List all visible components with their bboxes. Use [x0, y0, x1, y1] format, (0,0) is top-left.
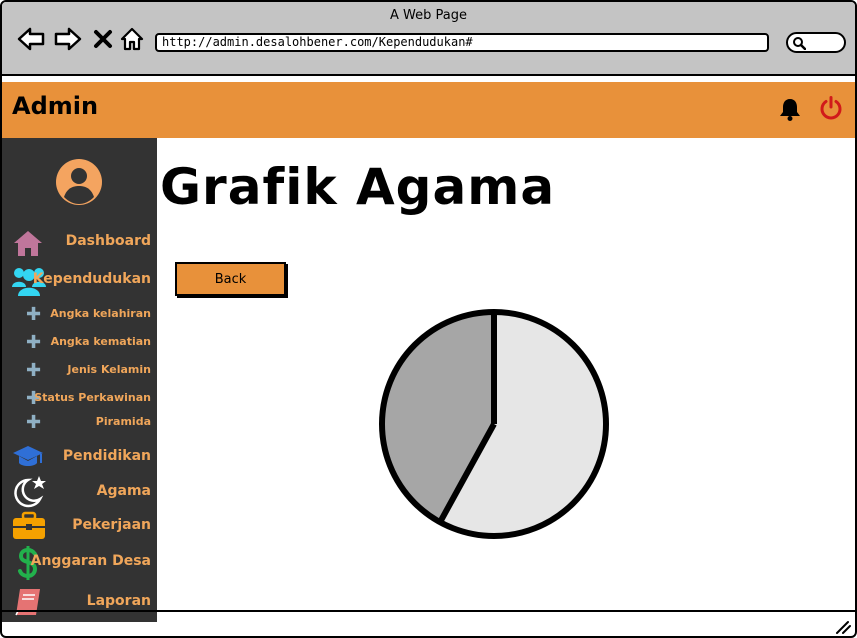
briefcase-icon — [12, 511, 46, 545]
url-input[interactable]: http://admin.desalohbener.com/Kependuduk… — [155, 33, 769, 52]
sidebar-item-kependudukan[interactable]: Kependudukan — [2, 265, 157, 296]
browser-window: A Web Page http://admin.desalohbener.com… — [0, 0, 857, 638]
subitem-angka-kematian[interactable]: ✚ Angka kematian — [2, 333, 157, 353]
subitem-label: Piramida — [95, 415, 151, 428]
forward-arrow-icon[interactable] — [53, 24, 83, 54]
stop-icon[interactable] — [88, 24, 118, 54]
plus-icon: ✚ — [26, 304, 42, 325]
bell-icon[interactable] — [777, 96, 803, 126]
sidebar-item-label: Dashboard — [65, 233, 151, 249]
subitem-jenis-kelamin[interactable]: ✚ Jenis Kelamin — [2, 361, 157, 381]
page-title: Grafik Agama — [160, 158, 556, 216]
sidebar-item-label: Laporan — [86, 593, 151, 609]
sidebar-item-label: Kependudukan — [32, 271, 151, 287]
sidebar-item-label: Pendidikan — [62, 448, 151, 464]
user-avatar-icon[interactable] — [54, 157, 104, 211]
sidebar-item-dashboard[interactable]: Dashboard — [2, 227, 157, 257]
book-icon — [12, 587, 44, 621]
back-button[interactable]: Back — [175, 262, 286, 296]
app-title: Admin — [12, 92, 99, 120]
moon-star-icon — [12, 475, 48, 513]
resize-handle-icon[interactable] — [835, 619, 851, 636]
subitem-status-perkawinan[interactable]: ✚ Status Perkawinan — [2, 389, 157, 409]
browser-chrome: A Web Page http://admin.desalohbener.com… — [2, 2, 855, 76]
sidebar-item-label: Pekerjaan — [72, 517, 151, 533]
subitem-piramida[interactable]: ✚ Piramida — [2, 413, 157, 433]
graduation-cap-icon — [12, 444, 44, 474]
sidebar-item-anggaran-desa[interactable]: Anggaran Desa — [2, 546, 157, 580]
plus-icon: ✚ — [26, 332, 42, 353]
window-bottom-border — [2, 610, 855, 612]
sidebar-item-label: Anggaran Desa — [30, 553, 151, 569]
power-icon[interactable] — [818, 95, 844, 125]
sidebar-item-pekerjaan[interactable]: Pekerjaan — [2, 511, 157, 541]
back-arrow-icon[interactable] — [16, 24, 46, 54]
sidebar-item-label: Agama — [96, 483, 151, 499]
search-icon — [793, 37, 806, 50]
subitem-label: Angka kematian — [50, 335, 151, 348]
plus-icon: ✚ — [26, 360, 42, 381]
home-nav-icon[interactable] — [117, 24, 147, 54]
home-icon — [12, 229, 44, 261]
sidebar-item-laporan[interactable]: Laporan — [2, 587, 157, 617]
app-header: Admin — [2, 82, 855, 138]
subitem-label: Jenis Kelamin — [67, 363, 151, 376]
subitem-label: Angka kelahiran — [50, 307, 151, 320]
plus-icon: ✚ — [26, 412, 42, 433]
subitem-label: Status Perkawinan — [34, 391, 151, 404]
window-title: A Web Page — [390, 8, 467, 23]
subitem-angka-kelahiran[interactable]: ✚ Angka kelahiran — [2, 305, 157, 325]
browser-search-field[interactable] — [786, 32, 846, 53]
religion-pie-chart — [379, 309, 609, 539]
sidebar-item-pendidikan[interactable]: Pendidikan — [2, 442, 157, 472]
sidebar-item-agama[interactable]: Agama — [2, 476, 157, 508]
